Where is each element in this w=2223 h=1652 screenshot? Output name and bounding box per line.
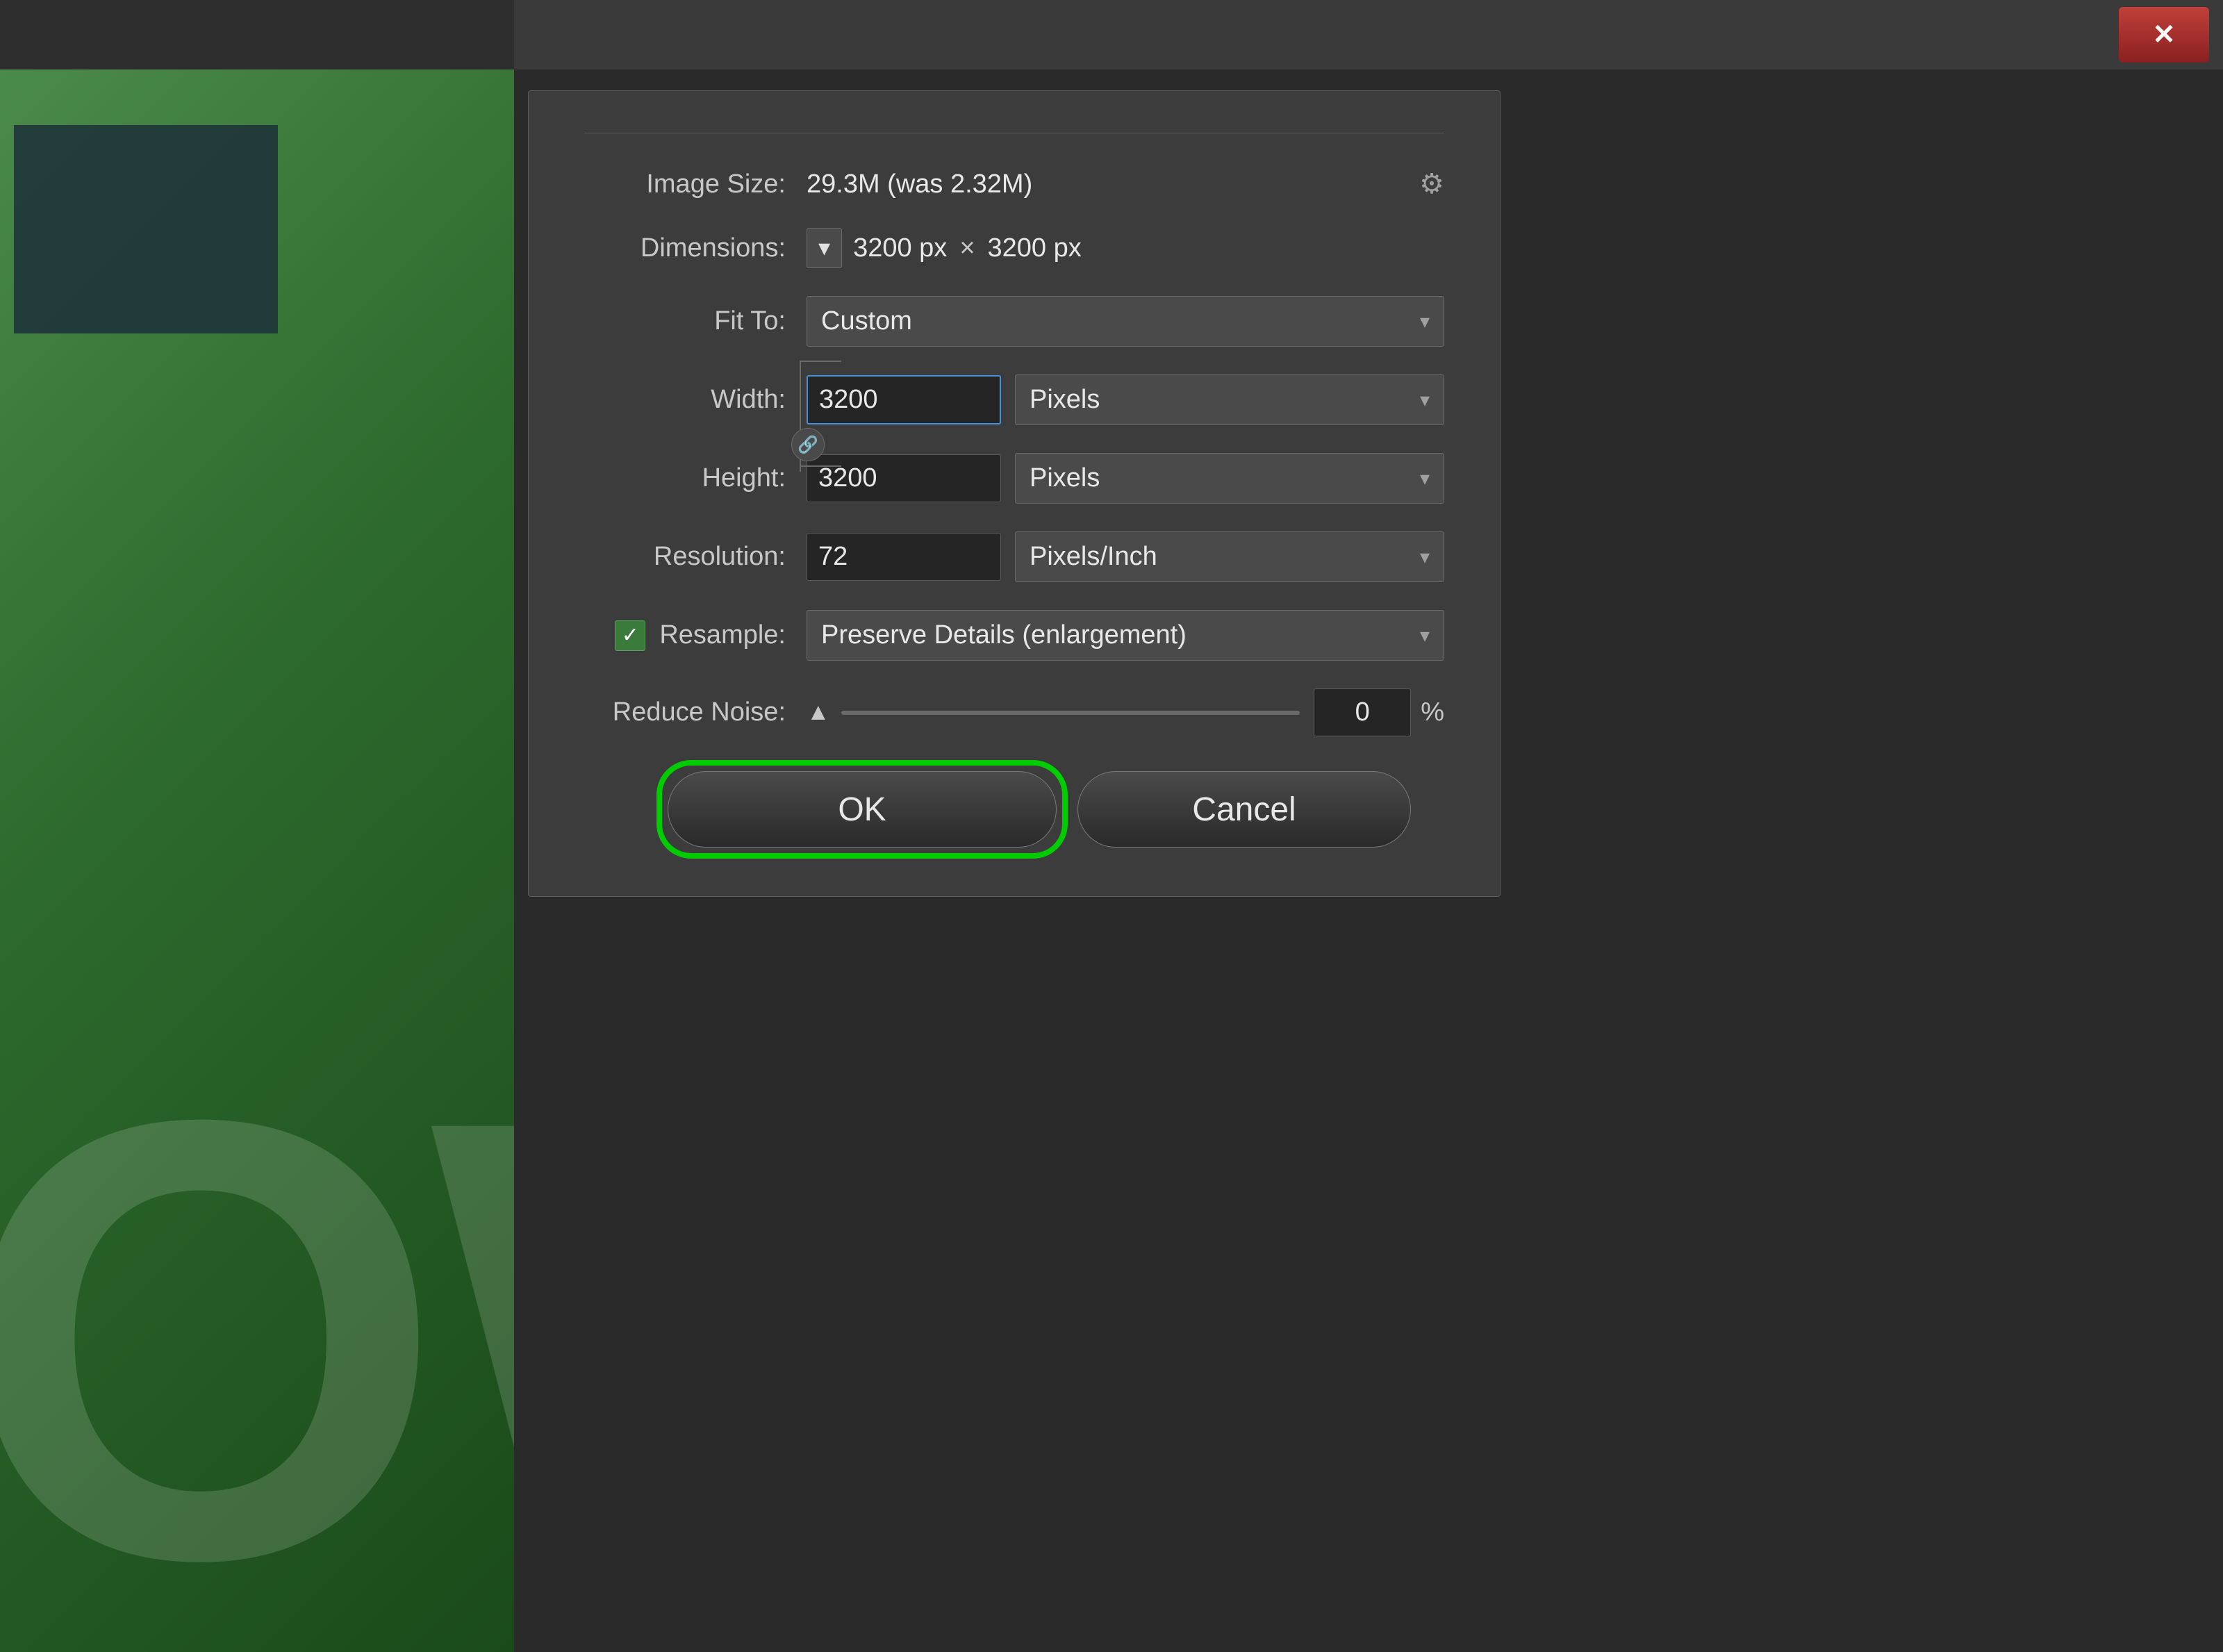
noise-value-input[interactable] — [1314, 688, 1411, 736]
reduce-noise-row: Reduce Noise: ▲ % — [584, 688, 1444, 736]
dimensions-width-value: 3200 px — [853, 233, 947, 263]
canvas-dark-overlay — [14, 125, 278, 333]
fit-to-dropdown[interactable]: Custom ▾ — [807, 296, 1444, 347]
width-unit-value: Pixels — [1030, 385, 1100, 415]
resample-checkbox[interactable]: ✓ — [615, 620, 645, 651]
width-unit-chevron-icon: ▾ — [1420, 388, 1430, 411]
image-size-label: Image Size: — [584, 170, 807, 199]
link-icon[interactable]: 🔗 — [791, 428, 825, 461]
resample-chevron-icon: ▾ — [1420, 624, 1430, 647]
resample-label: Resample: — [659, 620, 786, 650]
resample-left: ✓ Resample: — [584, 620, 807, 651]
ok-highlight-border — [656, 760, 1068, 859]
dimensions-dropdown[interactable]: ▾ — [807, 228, 842, 268]
image-size-dialog: Image Size: 29.3M (was 2.32M) ⚙ Dimensio… — [528, 90, 1501, 897]
resolution-input[interactable] — [807, 533, 1001, 581]
resample-value: Preserve Details (enlargement) — [821, 620, 1187, 650]
dimensions-dropdown-chevron: ▾ — [818, 234, 830, 262]
fit-to-value: Custom — [821, 306, 912, 336]
percent-label: % — [1421, 697, 1444, 727]
width-row-content: Pixels ▾ — [807, 374, 1444, 425]
ok-button-wrapper: OK — [668, 771, 1057, 848]
dimensions-label: Dimensions: — [584, 233, 807, 263]
image-size-value: 29.3M (was 2.32M) — [807, 170, 1032, 199]
resolution-unit-chevron-icon: ▾ — [1420, 545, 1430, 568]
width-label: Width: — [584, 385, 807, 415]
height-row: 🔗 Height: Pixels ▾ — [584, 453, 1444, 504]
width-row: Width: Pixels ▾ — [584, 374, 1444, 425]
slider-container: ▲ % — [807, 688, 1444, 736]
titlebar: ✕ — [514, 0, 2223, 69]
resolution-row: Resolution: Pixels/Inch ▾ — [584, 531, 1444, 582]
fit-to-chevron-icon: ▾ — [1420, 310, 1430, 333]
reduce-noise-label: Reduce Noise: — [584, 697, 807, 727]
canvas-preview: OW — [0, 69, 514, 1652]
cancel-button-label: Cancel — [1192, 791, 1296, 829]
noise-slider-track[interactable] — [841, 711, 1300, 715]
resolution-unit-dropdown[interactable]: Pixels/Inch ▾ — [1015, 531, 1444, 582]
close-icon: ✕ — [2152, 19, 2176, 51]
resolution-field-container: Pixels/Inch ▾ — [807, 531, 1444, 582]
gear-icon[interactable]: ⚙ — [1419, 168, 1444, 200]
height-unit-value: Pixels — [1030, 463, 1100, 493]
height-unit-dropdown[interactable]: Pixels ▾ — [1015, 453, 1444, 504]
cancel-button[interactable]: Cancel — [1077, 771, 1411, 848]
height-row-content: Pixels ▾ — [807, 453, 1444, 504]
dimensions-row: Dimensions: ▾ 3200 px × 3200 px — [584, 228, 1444, 268]
resolution-unit-value: Pixels/Inch — [1030, 542, 1157, 572]
fit-to-label: Fit To: — [584, 306, 807, 336]
resolution-label: Resolution: — [584, 542, 807, 572]
resample-dropdown[interactable]: Preserve Details (enlargement) ▾ — [807, 610, 1444, 661]
resample-row: ✓ Resample: Preserve Details (enlargemen… — [584, 610, 1444, 661]
width-unit-dropdown[interactable]: Pixels ▾ — [1015, 374, 1444, 425]
buttons-row: OK Cancel — [584, 771, 1444, 848]
height-unit-chevron-icon: ▾ — [1420, 467, 1430, 490]
image-size-row: Image Size: 29.3M (was 2.32M) ⚙ — [584, 168, 1444, 200]
ow-watermark: OW — [0, 1027, 514, 1652]
close-button[interactable]: ✕ — [2119, 7, 2209, 63]
times-symbol: × — [959, 233, 975, 263]
fit-to-row: Fit To: Custom ▾ — [584, 296, 1444, 347]
height-label: Height: — [584, 463, 807, 493]
dimensions-height-value: 3200 px — [988, 233, 1082, 263]
triangle-icon: ▲ — [807, 699, 830, 726]
